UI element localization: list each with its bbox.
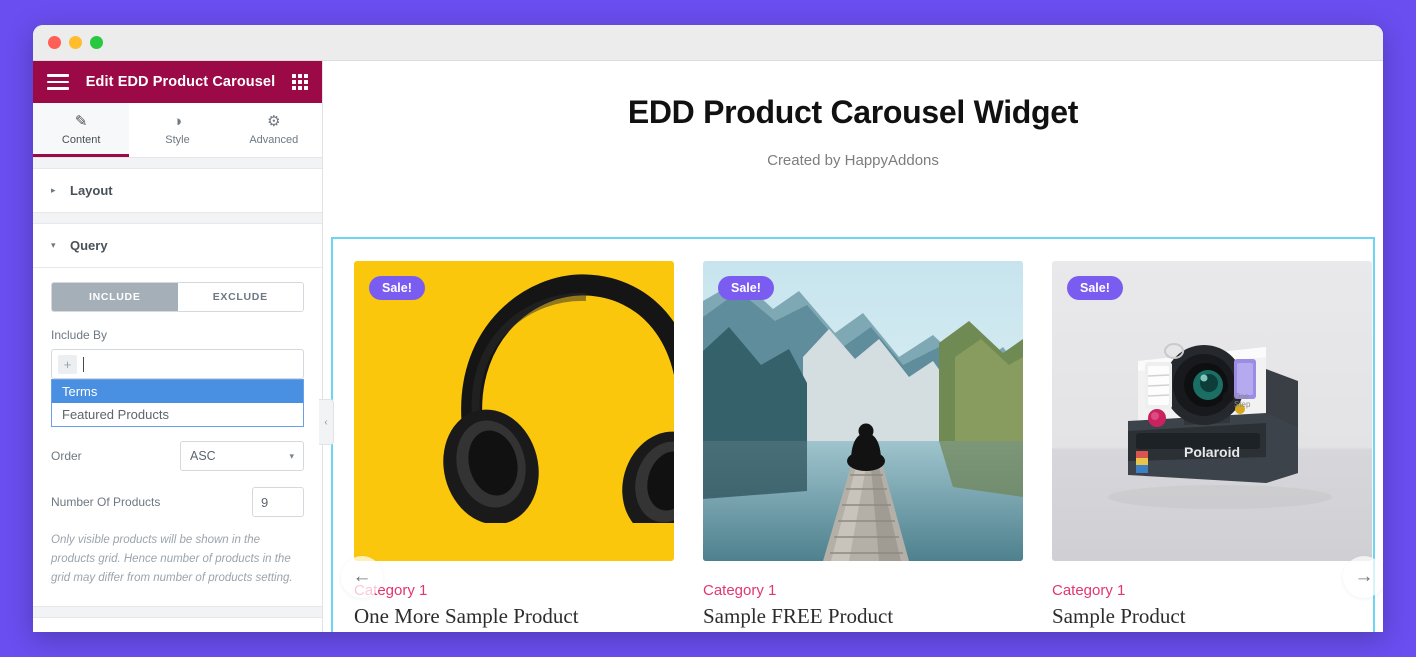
pencil-icon: ✎ [74, 113, 88, 130]
chevron-left-icon: ‹ [324, 416, 328, 428]
text-cursor [83, 356, 84, 372]
product-category[interactable]: Category 1 [1052, 582, 1372, 599]
maximize-window-button[interactable] [90, 36, 103, 49]
order-select[interactable]: ASC ▾ [180, 441, 304, 471]
order-value: ASC [190, 449, 216, 463]
polaroid-camera-product-image[interactable]: Sale! Polaroid One Step [1052, 261, 1372, 561]
panel-tabs: ✎ Content ◑ Style ⚙ Advanced [33, 103, 322, 158]
arrow-right-icon: → [1354, 566, 1374, 587]
panel-spacer-top [33, 158, 322, 168]
suggestion-terms[interactable]: Terms [52, 380, 303, 403]
lake-dock-product-image[interactable]: Sale! [703, 261, 1023, 561]
section-query[interactable]: ▾ Query [33, 223, 322, 268]
product-name[interactable]: One More Sample Product [354, 604, 674, 629]
headphones-product-image[interactable]: Sale! [354, 261, 674, 561]
number-of-products-label: Number Of Products [51, 495, 161, 509]
tab-content[interactable]: ✎ Content [33, 103, 130, 157]
section-carousel-settings[interactable]: ▸ Carousel Settings [33, 616, 322, 632]
product-card[interactable]: Sale! [703, 261, 1023, 632]
product-category[interactable]: Category 1 [703, 582, 1023, 599]
product-name[interactable]: Sample FREE Product [703, 604, 1023, 629]
include-option[interactable]: INCLUDE [52, 283, 178, 311]
hamburger-icon[interactable] [47, 74, 69, 90]
product-card[interactable]: Sale! [1052, 261, 1383, 632]
product-name[interactable]: Sample Product [1052, 604, 1372, 629]
section-query-label: Query [70, 238, 108, 253]
half-circle-contrast-icon: ◑ [172, 113, 183, 130]
sale-badge: Sale! [718, 276, 774, 300]
carousel-track: Sale! Category 1 One More Sample Product… [333, 239, 1383, 632]
include-by-input[interactable]: + Terms Featured Products [51, 349, 304, 427]
elementor-editor-panel: Edit EDD Product Carousel ✎ Content ◑ St… [33, 61, 334, 632]
section-layout[interactable]: ▸ Layout [33, 168, 322, 213]
tab-style[interactable]: ◑ Style [129, 103, 225, 157]
include-by-label: Include By [51, 328, 108, 342]
svg-text:Polaroid: Polaroid [1184, 444, 1240, 460]
chevron-right-icon: ▸ [51, 185, 56, 195]
chevron-down-icon: ▾ [51, 240, 56, 250]
preview-canvas: EDD Product Carousel Widget Created by H… [323, 61, 1383, 632]
window-titlebar [33, 25, 1383, 61]
suggestion-featured-products[interactable]: Featured Products [52, 403, 303, 426]
carousel-widget[interactable]: Sale! Category 1 One More Sample Product… [331, 237, 1383, 632]
section-layout-label: Layout [70, 183, 113, 198]
svg-text:Step: Step [1234, 400, 1251, 409]
number-of-products-input[interactable]: 9 [252, 487, 304, 517]
headphones-illustration [443, 274, 674, 523]
chevron-down-icon: ▾ [289, 450, 294, 461]
sale-badge: Sale! [1067, 276, 1123, 300]
polaroid-camera-illustration: Polaroid One Step [1108, 343, 1332, 509]
panel-collapse-handle[interactable]: ‹ [319, 399, 334, 445]
panel-spacer-2 [33, 607, 322, 617]
query-controls: INCLUDE EXCLUDE Include By + Terms Featu… [33, 268, 322, 607]
carousel-prev-button[interactable]: ← [341, 556, 383, 598]
panel-spacer-1 [33, 213, 322, 223]
plus-icon[interactable]: + [58, 354, 77, 374]
product-card[interactable]: Sale! [341, 261, 674, 632]
minimize-window-button[interactable] [69, 36, 82, 49]
panel-header: Edit EDD Product Carousel [33, 61, 322, 103]
page-title: EDD Product Carousel Widget [627, 94, 1079, 130]
tab-style-label: Style [165, 134, 190, 146]
arrow-left-icon: ← [352, 566, 372, 587]
order-label: Order [51, 449, 82, 463]
editor-body: Edit EDD Product Carousel ✎ Content ◑ St… [33, 61, 1383, 632]
browser-window: Edit EDD Product Carousel ✎ Content ◑ St… [33, 25, 1383, 632]
query-hint-text: Only visible products will be shown in t… [51, 534, 293, 584]
product-category[interactable]: Category 1 [354, 582, 674, 599]
order-row: Order ASC ▾ [51, 441, 304, 471]
sale-badge: Sale! [369, 276, 425, 300]
exclude-option[interactable]: EXCLUDE [177, 283, 303, 311]
tab-content-label: Content [61, 134, 101, 146]
tab-advanced-label: Advanced [249, 134, 299, 146]
include-by-suggestions: Terms Featured Products [51, 379, 304, 427]
page-subtitle: Created by HappyAddons [767, 152, 939, 169]
number-of-products-row: Number Of Products 9 [51, 487, 304, 517]
carousel-next-button[interactable]: → [1343, 556, 1383, 598]
include-exclude-toggle: INCLUDE EXCLUDE [51, 282, 304, 312]
gear-icon: ⚙ [267, 113, 281, 130]
grid-apps-icon[interactable] [292, 74, 308, 90]
panel-title: Edit EDD Product Carousel [85, 74, 276, 90]
panel-content: ▸ Layout ▾ Query INCLUDE EXCLUDE Include… [33, 158, 322, 632]
close-window-button[interactable] [48, 36, 61, 49]
lake-scene-illustration [703, 261, 1023, 561]
tab-advanced[interactable]: ⚙ Advanced [226, 103, 322, 157]
